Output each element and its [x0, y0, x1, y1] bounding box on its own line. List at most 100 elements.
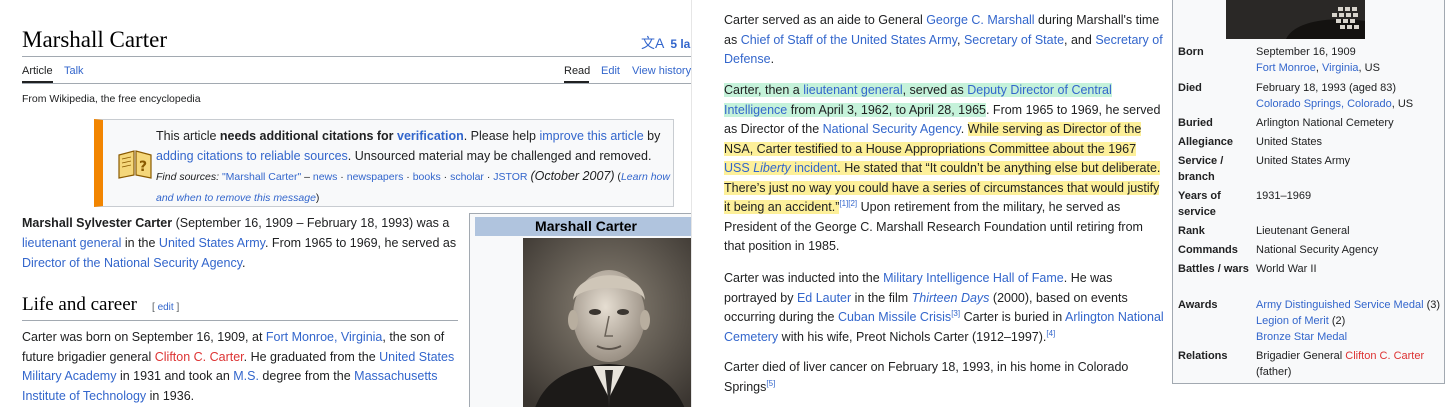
body-text: Carter was born on September 16, 1909, a…	[22, 330, 266, 344]
body-text: Carter died of liver cancer on February …	[724, 360, 1129, 394]
separator: ·	[337, 171, 347, 183]
body-text: , and	[1064, 32, 1096, 47]
section-divider	[22, 320, 458, 321]
buried-label: Buried	[1178, 117, 1213, 129]
lieutenant-general-link[interactable]: lieutenant general	[22, 236, 121, 250]
career-paragraph-1: Carter served as an aide to General Geor…	[724, 11, 1164, 70]
rank-link[interactable]: Lieutenant General	[1256, 223, 1441, 239]
bronze-star-link[interactable]: Bronze Star Medal	[1256, 331, 1347, 343]
verification-link[interactable]: verification	[397, 129, 464, 143]
improve-article-link[interactable]: improve this article	[539, 129, 643, 143]
body-text: in 1936.	[146, 388, 195, 403]
body-text: with his wife, Preot Nichols Carter (191…	[778, 329, 1047, 344]
tab-edit[interactable]: Edit	[601, 65, 620, 77]
find-sources-label: Find sources:	[156, 171, 222, 183]
tab-article[interactable]: Article	[22, 65, 53, 77]
us-army-link[interactable]: United States Army	[159, 236, 265, 250]
born-value: September 16, 1909 Fort Monroe, Virginia,…	[1256, 44, 1441, 76]
country: , US	[1391, 98, 1414, 110]
subject-name: Marshall Sylvester Carter	[22, 216, 173, 230]
tab-view-history[interactable]: View history	[632, 65, 691, 77]
notice-text: This article	[156, 129, 220, 143]
jstor-link[interactable]: JSTOR	[493, 171, 527, 183]
career-paragraph-4: Carter died of liver cancer on February …	[724, 358, 1164, 397]
body-text: in 1931 and took an	[116, 369, 234, 383]
lieutenant-general-link[interactable]: lieutenant general	[803, 83, 902, 97]
news-link[interactable]: news	[313, 171, 338, 183]
years-label: Years of service	[1178, 190, 1221, 218]
body-text: . He graduated from the	[243, 349, 380, 364]
right-panel: Born September 16, 1909 Fort Monroe, Virg…	[1172, 0, 1456, 407]
born-date: September 16, 1909	[1256, 46, 1356, 58]
separator: –	[301, 171, 313, 183]
clifton-carter-link[interactable]: Clifton C. Carter	[155, 350, 244, 364]
body-text: in the film	[851, 290, 912, 305]
mi-hall-of-fame-link[interactable]: Military Intelligence Hall of Fame	[883, 271, 1064, 285]
body-text: , served as	[902, 83, 968, 97]
body-text: Carter served as an aide to General	[724, 13, 927, 27]
virginia-link[interactable]: Virginia	[1322, 62, 1359, 74]
adding-citations-link[interactable]: adding citations to reliable sources	[156, 149, 348, 163]
notice-date: (October 2007)	[530, 169, 615, 183]
thirteen-days-link[interactable]: Thirteen Days	[912, 291, 990, 305]
notice-bold: needs additional citations for	[219, 129, 394, 143]
fort-monroe-link[interactable]: Fort Monroe, Virginia	[266, 330, 383, 344]
separator: ·	[483, 171, 494, 183]
born-label: Born	[1178, 46, 1204, 58]
find-sources-query-link[interactable]: "Marshall Carter"	[222, 171, 301, 183]
reference-link[interactable]: [3]	[951, 309, 960, 318]
lead-text: .	[242, 256, 246, 270]
paren: )	[315, 192, 320, 204]
uss-liberty-link[interactable]: USS Liberty incident	[724, 161, 837, 175]
newspapers-link[interactable]: newspapers	[347, 171, 404, 183]
legion-of-merit-link[interactable]: Legion of Merit	[1256, 315, 1329, 327]
reference-link[interactable]: [4]	[1046, 328, 1055, 337]
section-edit-link[interactable]: edit	[158, 302, 174, 313]
relations-label: Relations	[1178, 350, 1228, 362]
nsa-director-link[interactable]: Director of the National Security Agency	[22, 256, 242, 270]
cuban-missile-crisis-link[interactable]: Cuban Missile Crisis	[838, 310, 951, 324]
nsa-link[interactable]: National Security Agency	[1256, 242, 1441, 258]
section-heading-life-and-career: Life and career	[22, 294, 137, 315]
wwii-link[interactable]: World War II	[1256, 261, 1441, 277]
arlington-link[interactable]: Arlington National Cemetery	[1256, 115, 1441, 131]
citation-notice-text: This article needs additional citations …	[156, 126, 671, 208]
middle-panel: Carter served as an aide to General Geor…	[692, 0, 1172, 407]
chief-of-staff-link[interactable]: Chief of Staff of the United States Army	[741, 33, 957, 47]
died-date: February 18, 1993 (aged 83)	[1256, 82, 1397, 94]
body-text: from April 3, 1962, to April 28, 1965	[787, 102, 986, 117]
nsa-link[interactable]: National Security Agency	[823, 122, 961, 136]
dsm-link[interactable]: Army Distinguished Service Medal	[1256, 299, 1424, 311]
portrait-photo[interactable]	[1226, 0, 1365, 39]
relation-title: Brigadier General	[1256, 350, 1346, 362]
portrait-photo[interactable]	[523, 238, 691, 407]
tab-talk[interactable]: Talk	[64, 65, 84, 77]
lead-paragraph: Marshall Sylvester Carter (September 16,…	[22, 213, 460, 273]
battles-label: Battles / wars	[1178, 263, 1249, 275]
secretary-of-state-link[interactable]: Secretary of State	[964, 33, 1064, 47]
ms-link[interactable]: M.S.	[233, 369, 259, 383]
ed-lauter-link[interactable]: Ed Lauter	[797, 291, 851, 305]
body-text: Carter, then a	[724, 83, 804, 97]
translate-icon: 文A	[641, 35, 665, 51]
infobox: Born September 16, 1909 Fort Monroe, Virg…	[1172, 0, 1445, 384]
tab-read[interactable]: Read	[564, 65, 590, 77]
link-text: Liberty	[753, 161, 791, 175]
body-text: ,	[957, 32, 964, 47]
george-marshall-link[interactable]: George C. Marshall	[926, 13, 1034, 27]
fort-monroe-link[interactable]: Fort Monroe	[1256, 62, 1316, 74]
awards-label: Awards	[1178, 299, 1218, 311]
country: , US	[1358, 62, 1380, 74]
clifton-carter-link[interactable]: Clifton C. Carter	[1345, 350, 1424, 362]
colorado-springs-link[interactable]: Colorado Springs, Colorado	[1256, 98, 1392, 110]
reference-link[interactable]: [1][2]	[839, 199, 857, 208]
reference-link[interactable]: [5]	[766, 378, 775, 387]
scholar-link[interactable]: scholar	[450, 171, 484, 183]
body-text: degree from the	[258, 369, 355, 383]
service-label: Service / branch	[1178, 155, 1224, 183]
languages-button[interactable]: 文A 5 lang	[641, 33, 691, 53]
commands-label: Commands	[1178, 244, 1238, 256]
books-link[interactable]: books	[413, 171, 441, 183]
notice-text: by	[643, 129, 661, 143]
us-army-link[interactable]: United States Army	[1256, 153, 1441, 169]
